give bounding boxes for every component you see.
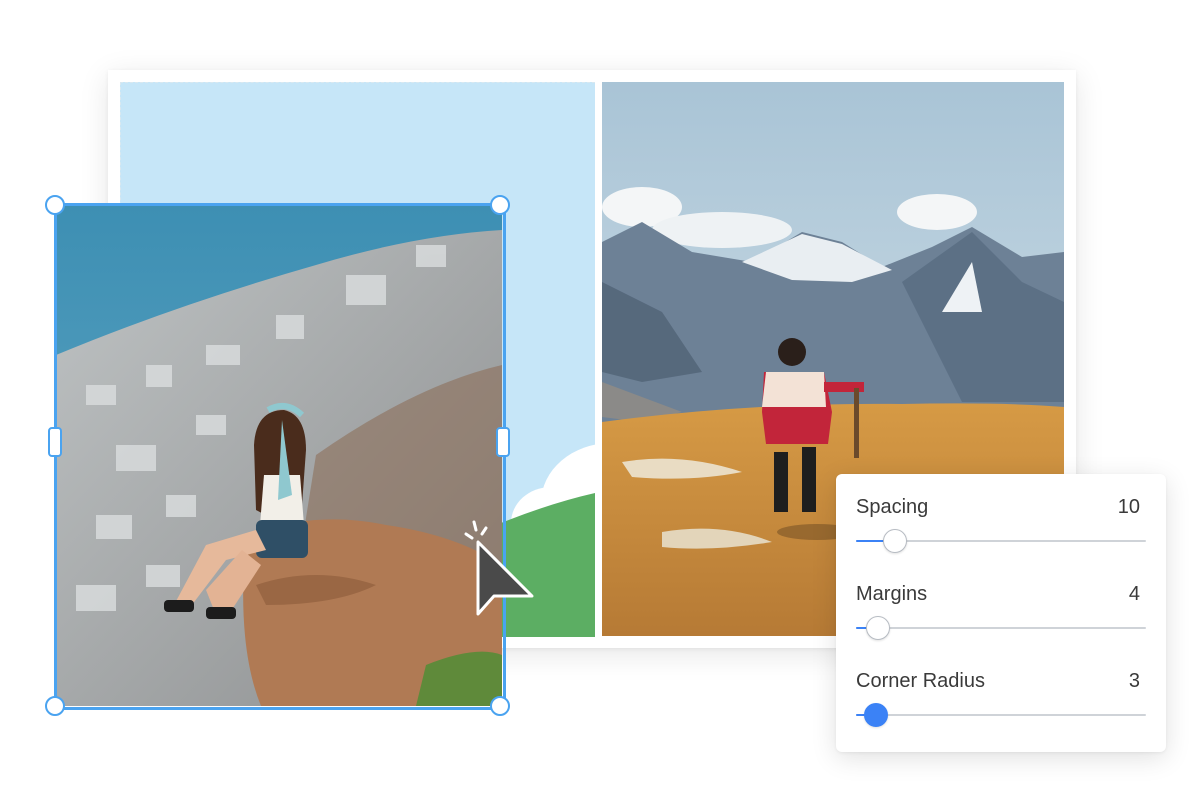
spacing-setting: Spacing 10 [856, 496, 1146, 576]
selected-cliff-photo[interactable] [56, 205, 502, 706]
spacing-label: Spacing [856, 496, 929, 518]
margins-setting: Margins 4 [856, 583, 1146, 663]
corner-radius-setting: Corner Radius 3 [856, 670, 1146, 750]
cursor-arrow-icon [476, 540, 534, 616]
resize-handle-top-right[interactable] [490, 195, 510, 215]
spacing-slider[interactable] [856, 529, 1146, 553]
margins-slider-thumb[interactable] [866, 616, 890, 640]
resize-handle-left[interactable] [48, 427, 62, 457]
corner-radius-slider[interactable] [856, 703, 1146, 727]
margins-value: 4 [1128, 583, 1140, 605]
resize-handle-top-left[interactable] [45, 195, 65, 215]
layout-settings-panel: Spacing 10 Margins 4 Corner Radius 3 [836, 474, 1166, 752]
resize-handle-bottom-right[interactable] [490, 696, 510, 716]
pointer-cursor [460, 518, 540, 623]
spacing-value: 10 [1117, 496, 1140, 518]
margins-slider[interactable] [856, 616, 1146, 640]
resize-handle-bottom-left[interactable] [45, 696, 65, 716]
resize-handle-right[interactable] [496, 427, 510, 457]
click-sparkle-icon [464, 520, 488, 540]
corner-radius-slider-thumb[interactable] [864, 703, 888, 727]
corner-radius-label: Corner Radius [856, 670, 985, 692]
margins-label: Margins [856, 583, 928, 605]
corner-radius-value: 3 [1128, 670, 1140, 692]
spacing-slider-thumb[interactable] [883, 529, 907, 553]
